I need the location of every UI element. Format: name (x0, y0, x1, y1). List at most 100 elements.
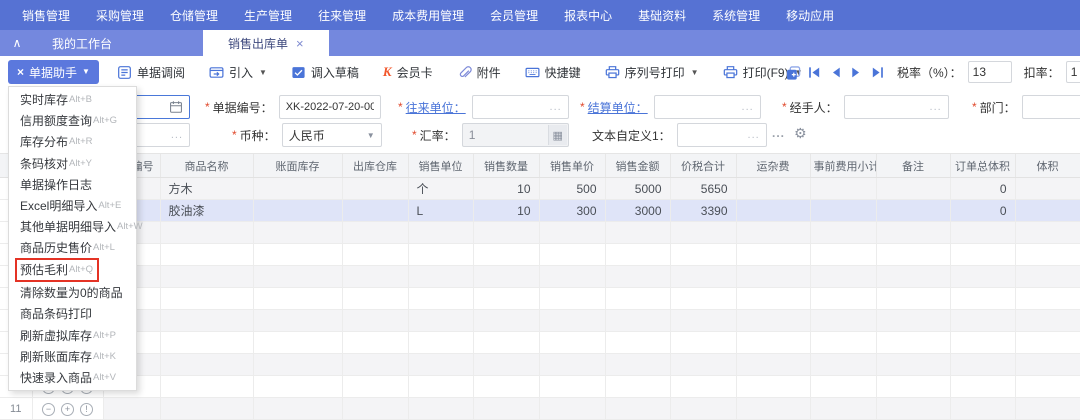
grid-icon[interactable]: ▦ (547, 125, 567, 145)
handler-input[interactable]: ... (843, 95, 949, 119)
exchange-rate-input[interactable]: 1 ▦ (461, 123, 569, 147)
settle-input[interactable]: ... (653, 95, 761, 119)
collapse-icon[interactable]: ∧ (0, 30, 34, 56)
toolbar-button-会员卡[interactable]: K 会员卡 (383, 64, 433, 81)
cell-warehouse (342, 331, 409, 354)
tabs: 我的工作台 销售出库单 × (34, 30, 329, 56)
currency-group: * 币种： 人民币 ▼ (232, 122, 382, 148)
cell-remark (876, 331, 951, 354)
cell-pre_fee (810, 265, 877, 288)
settle-label-link[interactable]: 结算单位： (588, 99, 648, 116)
cell-qty (473, 221, 540, 244)
menu-item-商品历史售价[interactable]: 商品历史售价 Alt+L (9, 237, 136, 258)
table-row[interactable]: 2−+!胶油漆L10300300033900 (0, 199, 1080, 222)
table-row[interactable]: 5−+! (0, 265, 1080, 288)
ellipsis-icon[interactable]: ... (748, 129, 760, 141)
menu-item-库存分布[interactable]: 库存分布 Alt+R (9, 131, 136, 152)
table-row[interactable]: 6−+! (0, 287, 1080, 310)
cell-volume (1015, 221, 1080, 244)
menu-item-刷新账面库存[interactable]: 刷新账面库存 Alt+K (9, 346, 136, 367)
ellipsis-icon[interactable]: ... (742, 101, 754, 113)
copy-new-icon[interactable] (786, 65, 801, 80)
cell-pre_fee (810, 331, 877, 354)
table-row[interactable]: 9−+! (0, 353, 1080, 376)
top-menu-item-系统管理[interactable]: 系统管理 (712, 7, 760, 24)
cell-amount (605, 221, 671, 244)
table-row[interactable]: 4−+! (0, 243, 1080, 266)
cell-order_volume (950, 397, 1016, 420)
top-menu-item-会员管理[interactable]: 会员管理 (490, 7, 538, 24)
top-menu-item-移动应用[interactable]: 移动应用 (786, 7, 834, 24)
ellipsis-icon[interactable]: ... (930, 101, 942, 113)
top-menu-item-往来管理[interactable]: 往来管理 (318, 7, 366, 24)
partner-input[interactable]: ... (471, 95, 569, 119)
toolbar-button-序列号打印[interactable]: 序列号打印 ▼ (605, 64, 699, 81)
menu-item-其他单据明细导入[interactable]: 其他单据明细导入 Alt+W (9, 216, 143, 237)
menu-item-快速录入商品[interactable]: 快速录入商品 Alt+V (9, 367, 136, 388)
toolbar-button-附件[interactable]: 附件 (457, 64, 501, 81)
table-row[interactable]: 3−+! (0, 221, 1080, 244)
menu-item-清除数量为0的商品[interactable]: 清除数量为0的商品 (9, 282, 136, 303)
next-record-icon[interactable] (849, 65, 864, 80)
top-menu-item-基础资料[interactable]: 基础资料 (638, 7, 686, 24)
close-icon[interactable]: × (296, 37, 304, 50)
cell-remark (876, 287, 951, 310)
cell-warehouse (342, 375, 409, 398)
menu-item-条码核对[interactable]: 条码核对 Alt+Y (9, 152, 136, 173)
table-row[interactable]: 8−+! (0, 331, 1080, 354)
top-menu-item-成本费用管理[interactable]: 成本费用管理 (392, 7, 464, 24)
top-menu-item-仓储管理[interactable]: 仓储管理 (170, 7, 218, 24)
currency-select[interactable]: 人民币 ▼ (281, 123, 382, 147)
menu-item-Excel明细导入[interactable]: Excel明细导入 Alt+E (9, 195, 136, 216)
more-options-icon[interactable]: ... (772, 126, 785, 140)
tax-rate-input[interactable]: 13 (967, 61, 1012, 83)
cell-pre_fee (810, 397, 877, 420)
top-menu-item-销售管理[interactable]: 销售管理 (22, 7, 70, 24)
gear-icon[interactable]: ⚙ (794, 125, 807, 142)
top-menu-item-报表中心[interactable]: 报表中心 (564, 7, 612, 24)
prev-record-icon[interactable] (828, 65, 843, 80)
menu-item-单据操作日志[interactable]: 单据操作日志 (9, 174, 136, 195)
top-menu-item-采购管理[interactable]: 采购管理 (96, 7, 144, 24)
cell-order_volume (950, 287, 1016, 310)
calendar-icon[interactable] (169, 100, 183, 114)
tab-我的工作台[interactable]: 我的工作台 (34, 30, 130, 56)
cell-freight (736, 177, 811, 200)
first-record-icon[interactable] (807, 65, 822, 80)
warning-circle-icon[interactable]: ! (80, 402, 93, 416)
table-row[interactable]: 10−+! (0, 375, 1080, 398)
toolbar-button-单据调阅[interactable]: 单据调阅 (117, 64, 185, 81)
ellipsis-icon[interactable]: ... (550, 101, 562, 113)
table-row[interactable]: 11− +! (0, 397, 1080, 420)
minus-circle-icon[interactable]: − (42, 402, 55, 416)
partner-label-link[interactable]: 往来单位： (406, 99, 466, 116)
ellipsis-icon[interactable]: ... (171, 129, 183, 141)
menu-item-实时库存[interactable]: 实时库存 Alt+B (9, 89, 136, 110)
menu-item-shortcut: Alt+K (93, 350, 116, 362)
cell-volume (1015, 309, 1080, 332)
custom-text-input[interactable]: ... (676, 123, 767, 147)
tab-销售出库单[interactable]: 销售出库单 × (203, 30, 329, 56)
table-row[interactable]: 7−+! (0, 309, 1080, 332)
menu-item-预估毛利[interactable]: 预估毛利 Alt+Q (9, 258, 136, 283)
toolbar-button-快捷键[interactable]: 快捷键 (525, 64, 581, 81)
doc-assistant-button[interactable]: × 单据助手 ▼ (8, 60, 99, 84)
column-header-销售单位: 销售单位 (408, 154, 474, 178)
table-row[interactable]: 1−+!方木个10500500056500 (0, 177, 1080, 200)
menu-item-信用额度查询[interactable]: 信用额度查询 Alt+G (9, 110, 136, 131)
last-record-icon[interactable] (870, 65, 885, 80)
toolbar-button-label: 引入 (228, 65, 253, 80)
menu-item-刷新虚拟库存[interactable]: 刷新虚拟库存 Alt+P (9, 325, 136, 346)
menu-item-inner: 快速录入商品 Alt+V (20, 369, 116, 386)
department-input[interactable] (1021, 95, 1080, 119)
top-menu-item-生产管理[interactable]: 生产管理 (244, 7, 292, 24)
cell-order_volume (950, 375, 1016, 398)
discount-rate-input[interactable]: 1 (1065, 61, 1080, 83)
toolbar-button-引入[interactable]: 引入 ▼ (209, 64, 267, 81)
doc-no-input[interactable]: XK-2022-07-20-0001 (278, 95, 381, 119)
plus-circle-icon[interactable]: + (61, 402, 74, 416)
cell-freight (736, 243, 811, 266)
menu-item-商品条码打印[interactable]: 商品条码打印 (9, 303, 136, 324)
toolbar-button-调入草稿[interactable]: 调入草稿 (291, 64, 359, 81)
cell-volume (1015, 265, 1080, 288)
